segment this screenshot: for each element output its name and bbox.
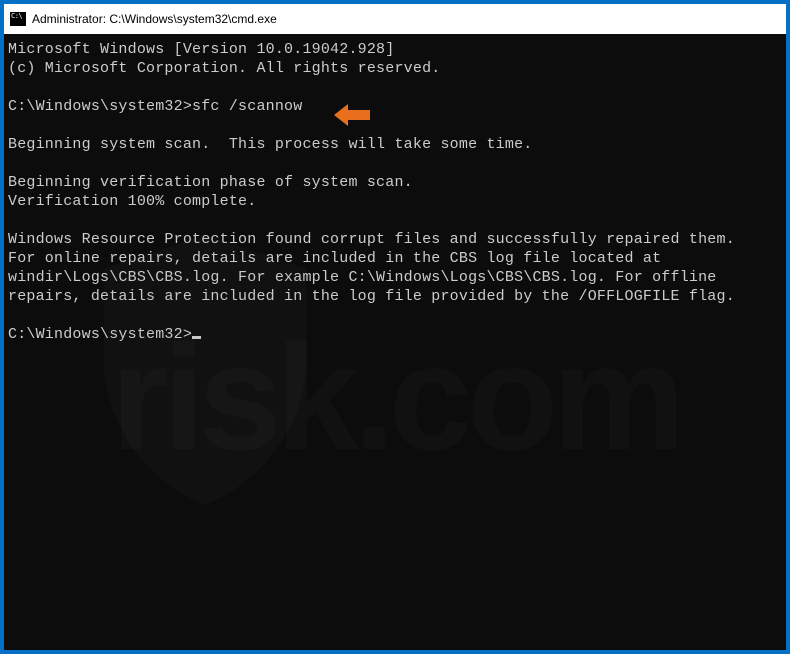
- prompt-path: C:\Windows\system32>: [8, 326, 192, 343]
- output-line: Beginning verification phase of system s…: [8, 174, 413, 191]
- output-line: For online repairs, details are included…: [8, 250, 661, 267]
- typed-command: sfc /scannow: [192, 98, 302, 115]
- output-line: Beginning system scan. This process will…: [8, 136, 532, 153]
- prompt-path: C:\Windows\system32>: [8, 98, 192, 115]
- titlebar[interactable]: Administrator: C:\Windows\system32\cmd.e…: [4, 4, 786, 34]
- cursor: [192, 336, 201, 339]
- cmd-window: Administrator: C:\Windows\system32\cmd.e…: [0, 0, 790, 654]
- terminal-output[interactable]: Microsoft Windows [Version 10.0.19042.92…: [4, 34, 786, 650]
- output-line: Microsoft Windows [Version 10.0.19042.92…: [8, 41, 394, 58]
- output-line: Verification 100% complete.: [8, 193, 256, 210]
- window-title: Administrator: C:\Windows\system32\cmd.e…: [32, 12, 277, 26]
- output-line: repairs, details are included in the log…: [8, 288, 735, 305]
- cmd-icon: [10, 12, 26, 26]
- output-line: Windows Resource Protection found corrup…: [8, 231, 735, 248]
- output-line: windir\Logs\CBS\CBS.log. For example C:\…: [8, 269, 717, 286]
- output-line: (c) Microsoft Corporation. All rights re…: [8, 60, 440, 77]
